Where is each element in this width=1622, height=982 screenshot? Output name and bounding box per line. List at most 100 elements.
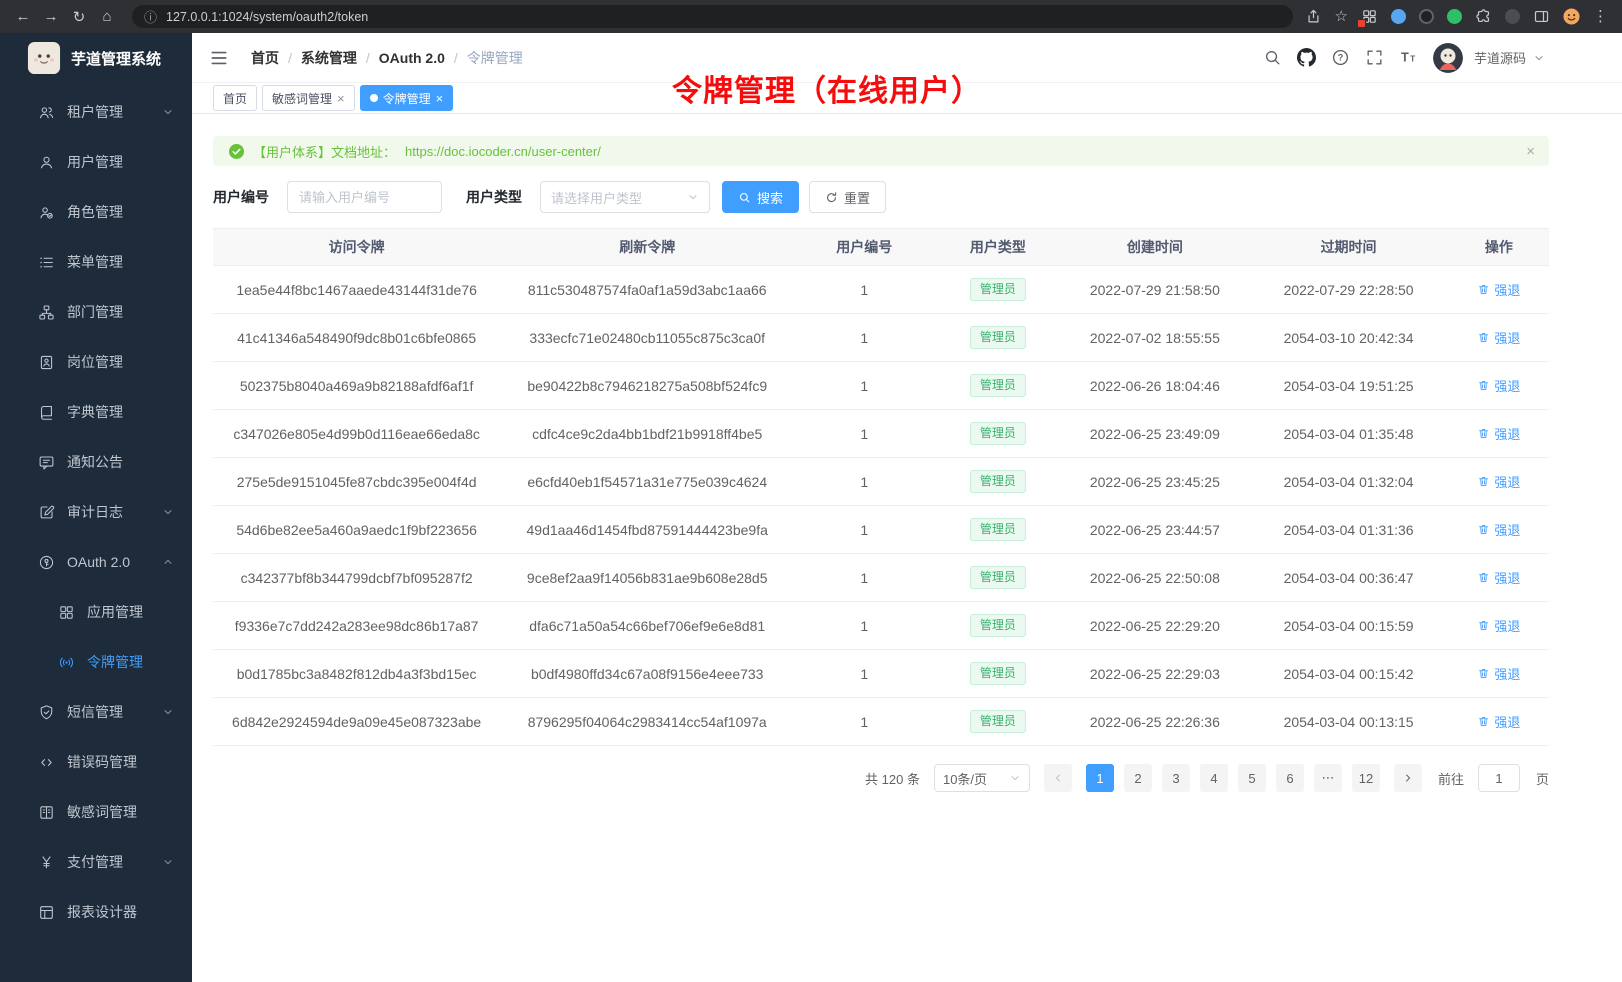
user-type-tag: 管理员 [970, 710, 1026, 732]
user-type-tag: 管理员 [970, 614, 1026, 636]
breadcrumb-system[interactable]: / 系统管理 [279, 48, 357, 68]
profile-avatar-icon[interactable] [1563, 8, 1580, 25]
search-icon[interactable] [1263, 48, 1282, 67]
user-avatar[interactable] [1433, 43, 1463, 73]
menu-fold-icon[interactable] [209, 48, 229, 68]
delete-icon [1477, 667, 1490, 680]
audit-icon [38, 504, 55, 521]
force-logout-button[interactable]: 强退 [1477, 376, 1520, 395]
share-icon[interactable] [1305, 8, 1322, 25]
help-icon[interactable] [1331, 48, 1350, 67]
page-4[interactable]: 4 [1200, 764, 1228, 792]
page-2[interactable]: 2 [1124, 764, 1152, 792]
sidebar-item-dept[interactable]: 部门管理 [0, 287, 192, 337]
search-button[interactable]: 搜索 [722, 181, 799, 213]
sidebar-item-dict[interactable]: 字典管理 [0, 387, 192, 437]
sidebar-item-tenant[interactable]: 租户管理 [0, 87, 192, 137]
delete-icon [1477, 619, 1490, 632]
extensions-puzzle-icon[interactable] [1475, 8, 1492, 25]
next-page-button[interactable] [1394, 764, 1422, 792]
extension-icon-blue[interactable] [1391, 9, 1406, 24]
page-1[interactable]: 1 [1086, 764, 1114, 792]
tab-sensitive-word[interactable]: 敏感词管理 × [262, 85, 355, 111]
forward-button[interactable]: → [38, 5, 64, 29]
user-type-tag: 管理员 [970, 518, 1026, 540]
sidebar-item-menu[interactable]: 菜单管理 [0, 237, 192, 287]
sidebar-item-error-code[interactable]: 错误码管理 [0, 737, 192, 787]
force-logout-button[interactable]: 强退 [1477, 616, 1520, 635]
sidebar-toggle-icon[interactable] [1533, 8, 1550, 25]
force-logout-button[interactable]: 强退 [1477, 424, 1520, 443]
access-token-cell: b0d1785bc3a8482f812db4a3f3bd15ec [213, 650, 500, 698]
tab-close-icon[interactable]: × [337, 92, 345, 105]
sidebar-item-notice[interactable]: 通知公告 [0, 437, 192, 487]
page-3[interactable]: 3 [1162, 764, 1190, 792]
reset-button[interactable]: 重置 [809, 181, 886, 213]
breadcrumb-label: 首页 [251, 48, 279, 68]
page-more[interactable]: ⋯ [1314, 764, 1342, 792]
delete-icon [1477, 379, 1490, 392]
reload-button[interactable]: ↻ [66, 5, 92, 29]
sidebar-item-oauth-app[interactable]: 应用管理 [0, 587, 192, 637]
force-logout-button[interactable]: 强退 [1477, 472, 1520, 491]
sidebar-item-sensitive-word[interactable]: 敏感词管理 [0, 787, 192, 837]
sidebar-item-oauth[interactable]: OAuth 2.0 [0, 537, 192, 587]
goto-page-input[interactable] [1478, 764, 1520, 792]
github-icon[interactable] [1297, 48, 1316, 67]
user-id-input[interactable] [287, 181, 442, 213]
sidebar-item-report-designer[interactable]: 报表设计器 [0, 887, 192, 937]
force-logout-button[interactable]: 强退 [1477, 328, 1520, 347]
page-5[interactable]: 5 [1238, 764, 1266, 792]
force-logout-button[interactable]: 强退 [1477, 712, 1520, 731]
page-size-select[interactable]: 10条/页 [934, 764, 1030, 792]
sidebar-item-audit-log[interactable]: 审计日志 [0, 487, 192, 537]
browser-menu-icon[interactable]: ⋮ [1593, 9, 1608, 24]
extension-icon-green[interactable] [1447, 9, 1462, 24]
tab-close-icon[interactable]: × [436, 92, 444, 105]
table-row: f9336e7c7dd242a283ee98dc86b17a87 dfa6c71… [213, 602, 1549, 650]
alert-close-icon[interactable]: × [1526, 143, 1535, 160]
tab-home[interactable]: 首页 × [213, 85, 257, 111]
sidebar-item-sms[interactable]: 短信管理 [0, 687, 192, 737]
token-icon [58, 654, 75, 671]
home-button[interactable]: ⌂ [94, 5, 120, 29]
username[interactable]: 芋道源码 [1474, 48, 1526, 67]
breadcrumb-oauth[interactable]: / OAuth 2.0 [357, 50, 445, 66]
sidebar-item-label: 应用管理 [87, 602, 143, 622]
page-6[interactable]: 6 [1276, 764, 1304, 792]
tab-token[interactable]: 令牌管理 × [360, 85, 454, 111]
back-button[interactable]: ← [10, 5, 36, 29]
sidebar-item-post[interactable]: 岗位管理 [0, 337, 192, 387]
table-row: 54d6be82ee5a460a9aedc1f9bf223656 49d1aa4… [213, 506, 1549, 554]
site-info-icon[interactable]: ⓘ [144, 7, 157, 26]
breadcrumb-home[interactable]: / 首页 [251, 48, 279, 68]
sidebar-item-user[interactable]: 用户管理 [0, 137, 192, 187]
force-logout-button[interactable]: 强退 [1477, 280, 1520, 299]
force-logout-button[interactable]: 强退 [1477, 568, 1520, 587]
address-bar[interactable]: ⓘ 127.0.0.1:1024/system/oauth2/token [132, 5, 1293, 28]
fullscreen-icon[interactable] [1365, 48, 1384, 67]
chevron-down-icon [162, 556, 174, 568]
force-logout-button[interactable]: 强退 [1477, 520, 1520, 539]
user-type-select[interactable]: 请选择用户类型 [540, 181, 710, 213]
doc-link[interactable]: https://doc.iocoder.cn/user-center/ [405, 144, 601, 159]
sidebar-item-oauth-token[interactable]: 令牌管理 [0, 637, 192, 687]
refresh-token-cell: be90422b8c7946218275a508bf524fc9 [500, 362, 794, 410]
user-menu-caret-icon[interactable] [1533, 52, 1545, 64]
sidebar-item-pay[interactable]: 支付管理 [0, 837, 192, 887]
extension-icon-paw[interactable] [1505, 9, 1520, 24]
extension-icon-dark[interactable] [1419, 9, 1434, 24]
app-logo-area[interactable]: 芋道管理系统 [0, 33, 192, 83]
sidebar-item-role[interactable]: 角色管理 [0, 187, 192, 237]
page-12[interactable]: 12 [1352, 764, 1380, 792]
prev-page-button[interactable] [1044, 764, 1072, 792]
font-size-icon[interactable] [1399, 48, 1418, 67]
sidebar: 芋道管理系统 租户管理 用户管理 角色管理 菜单管理 部门管理 岗位管理 字典管… [0, 33, 192, 982]
breadcrumb-separator: / [288, 50, 292, 66]
chevron-down-icon [162, 106, 174, 118]
extension-icon-grid[interactable] [1361, 8, 1378, 25]
breadcrumb-token[interactable]: / 令牌管理 [445, 48, 523, 68]
bookmark-star-icon[interactable]: ☆ [1335, 9, 1348, 24]
force-logout-button[interactable]: 强退 [1477, 664, 1520, 683]
access-token-cell: f9336e7c7dd242a283ee98dc86b17a87 [213, 602, 500, 650]
